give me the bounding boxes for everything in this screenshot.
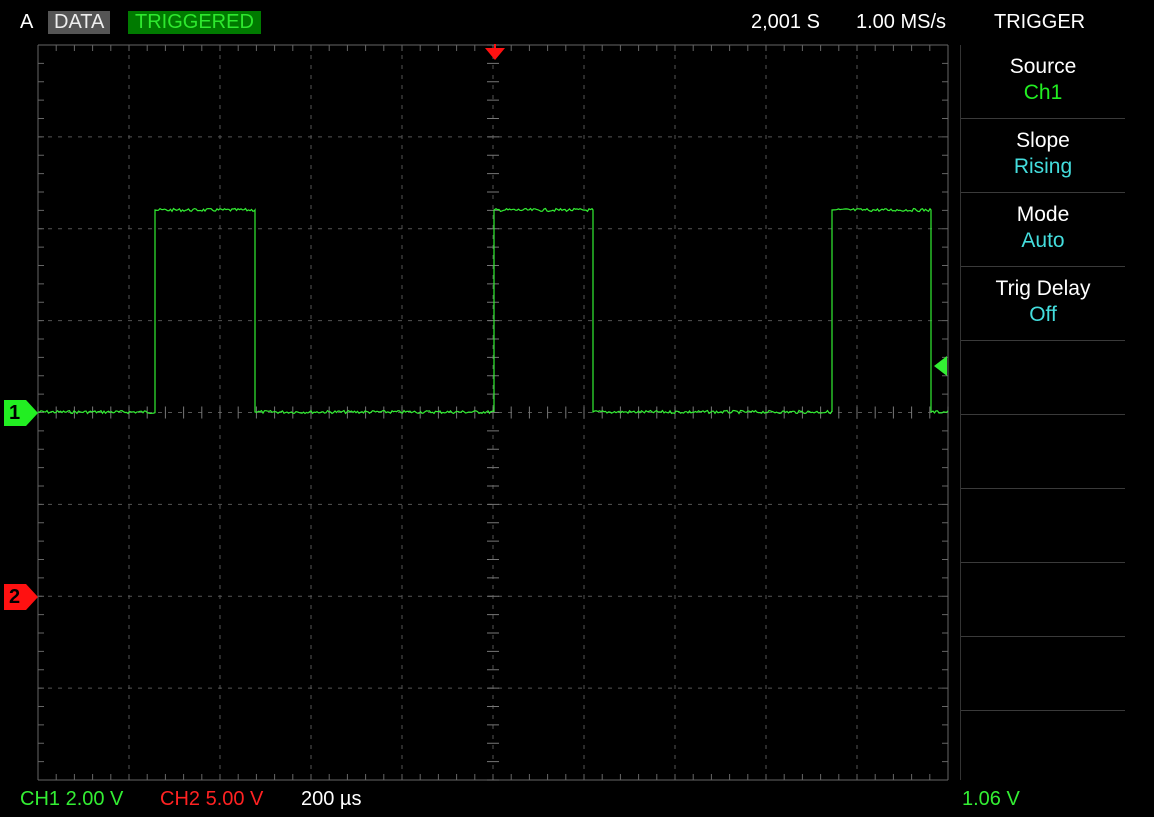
trigger-level-marker[interactable] bbox=[934, 356, 947, 376]
menu-item-label: Trig Delay bbox=[995, 277, 1091, 300]
menu-item-empty[interactable] bbox=[961, 711, 1125, 784]
menu-item-slope[interactable]: Slope Rising bbox=[961, 119, 1125, 193]
ch2-marker[interactable]: 2 bbox=[4, 584, 38, 610]
menu-item-empty[interactable] bbox=[961, 341, 1125, 415]
ch1-marker-label: 1 bbox=[9, 402, 21, 424]
timebase[interactable]: 200 µs bbox=[301, 787, 361, 811]
ch1-marker[interactable]: 1 bbox=[4, 400, 38, 426]
menu-item-label: Source bbox=[1009, 55, 1077, 78]
ch1-waveform bbox=[37, 207, 949, 415]
menu-item-mode[interactable]: Mode Auto bbox=[961, 193, 1125, 267]
menu-item-value: Ch1 bbox=[1023, 81, 1063, 104]
menu-item-empty[interactable] bbox=[961, 637, 1125, 711]
ch2-marker-label: 2 bbox=[9, 586, 21, 608]
trigger-level[interactable]: 1.06 V bbox=[962, 787, 1020, 811]
menu-item-value: Rising bbox=[1013, 155, 1073, 178]
menu-item-value: Auto bbox=[1021, 229, 1065, 252]
menu-item-trig-delay[interactable]: Trig Delay Off bbox=[961, 267, 1125, 341]
menu-item-source[interactable]: Source Ch1 bbox=[961, 45, 1125, 119]
menu-item-empty[interactable] bbox=[961, 489, 1125, 563]
menu-item-label: Mode bbox=[1016, 203, 1070, 226]
ch2-scale[interactable]: CH2 5.00 V bbox=[160, 787, 263, 811]
menu-item-empty[interactable] bbox=[961, 415, 1125, 489]
trigger-menu: Source Ch1 Slope Rising Mode Auto Trig D… bbox=[960, 45, 1125, 780]
ch1-scale[interactable]: CH1 2.00 V bbox=[20, 787, 123, 811]
menu-item-label: Slope bbox=[1016, 129, 1070, 152]
menu-item-empty[interactable] bbox=[961, 563, 1125, 637]
menu-item-value: Off bbox=[1029, 303, 1057, 326]
